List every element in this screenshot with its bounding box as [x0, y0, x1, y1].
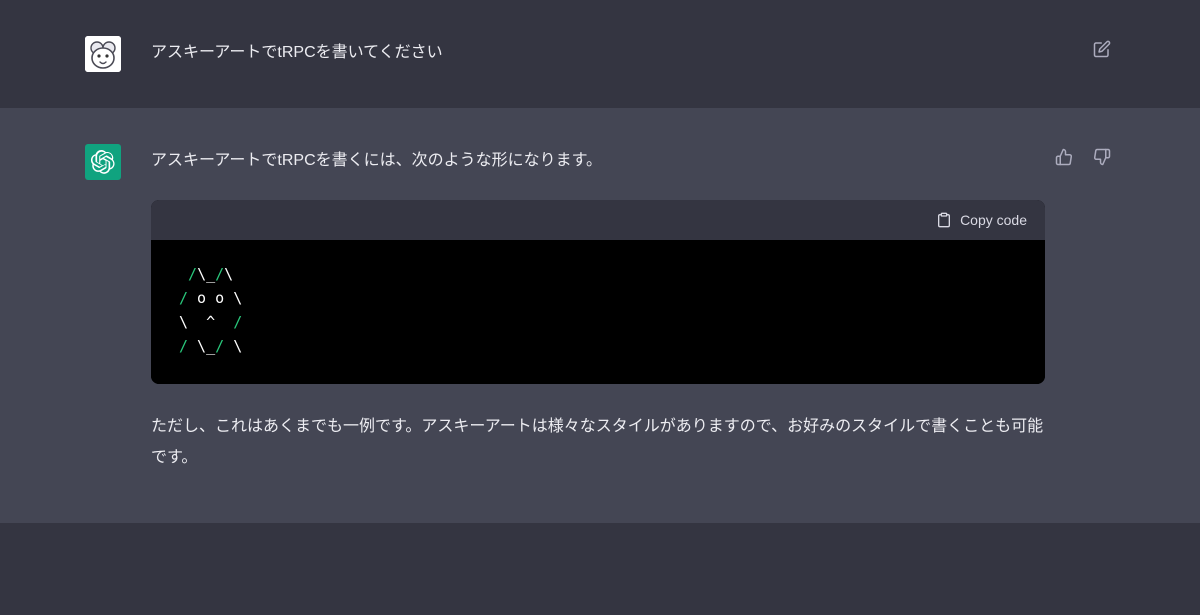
assistant-avatar-logo: [91, 150, 115, 174]
assistant-message-actions: [1051, 144, 1115, 170]
assistant-message-inner: アスキーアートでtRPCを書くには、次のような形になります。 Copy code…: [85, 144, 1115, 473]
user-message-row: アスキーアートでtRPCを書いてください: [0, 0, 1200, 108]
assistant-message-content: アスキーアートでtRPCを書くには、次のような形になります。 Copy code…: [151, 144, 1115, 473]
thumbs-up-icon: [1055, 148, 1073, 166]
user-message-text: アスキーアートでtRPCを書いてください: [151, 38, 1045, 68]
edit-button[interactable]: [1089, 36, 1115, 62]
thumbs-down-button[interactable]: [1089, 144, 1115, 170]
user-message-actions: [1089, 36, 1115, 62]
code-block: Copy code /\_/\ / o o \ \ ^ / / \_/ \: [151, 200, 1045, 384]
edit-icon: [1093, 40, 1111, 58]
thumbs-up-button[interactable]: [1051, 144, 1077, 170]
user-avatar-image: [85, 36, 121, 72]
thumbs-down-icon: [1093, 148, 1111, 166]
assistant-intro-text: アスキーアートでtRPCを書くには、次のような形になります。: [151, 146, 1045, 176]
user-message-inner: アスキーアートでtRPCを書いてください: [85, 36, 1115, 72]
copy-code-button[interactable]: Copy code: [936, 212, 1027, 228]
user-avatar: [85, 36, 121, 72]
user-message-content: アスキーアートでtRPCを書いてください: [151, 36, 1115, 72]
assistant-outro-text: ただし、これはあくまでも一例です。アスキーアートは様々なスタイルがありますので、…: [151, 412, 1045, 473]
code-block-header: Copy code: [151, 200, 1045, 240]
assistant-avatar: [85, 144, 121, 180]
assistant-message-row: アスキーアートでtRPCを書くには、次のような形になります。 Copy code…: [0, 108, 1200, 523]
code-block-body: /\_/\ / o o \ \ ^ / / \_/ \: [151, 240, 1045, 384]
clipboard-icon: [936, 212, 952, 228]
copy-code-label: Copy code: [960, 212, 1027, 228]
